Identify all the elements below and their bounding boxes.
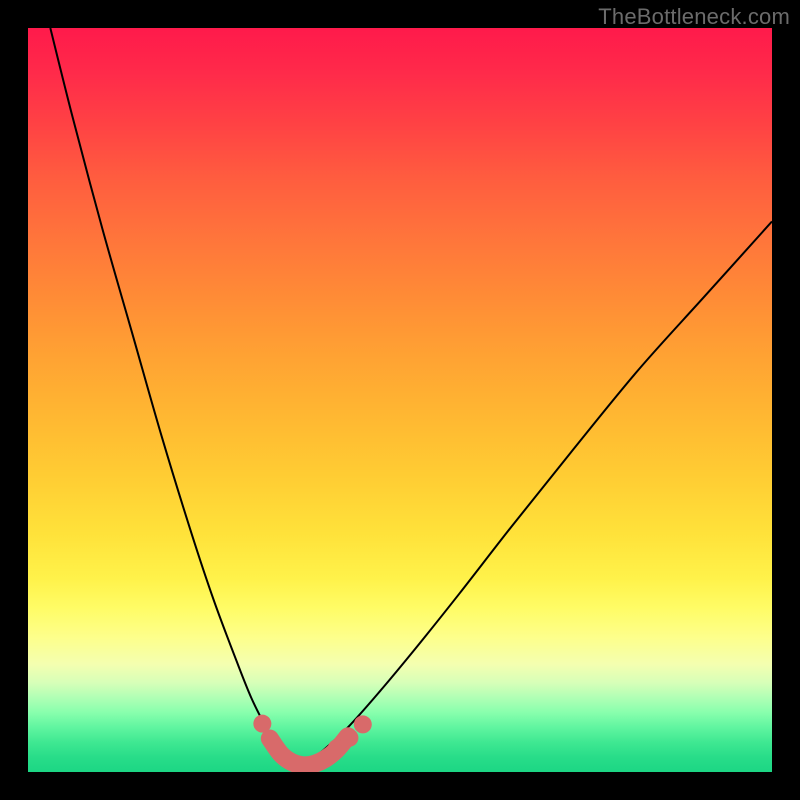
chart-frame: TheBottleneck.com — [0, 0, 800, 800]
curve-layer — [28, 28, 772, 772]
sweet-spot-marker — [354, 715, 372, 733]
right-curve — [300, 221, 772, 766]
watermark-text: TheBottleneck.com — [598, 4, 790, 30]
left-curve — [50, 28, 299, 766]
sweet-spot-marker — [340, 729, 358, 747]
sweet-spot-marker — [253, 715, 271, 733]
plot-area — [28, 28, 772, 772]
